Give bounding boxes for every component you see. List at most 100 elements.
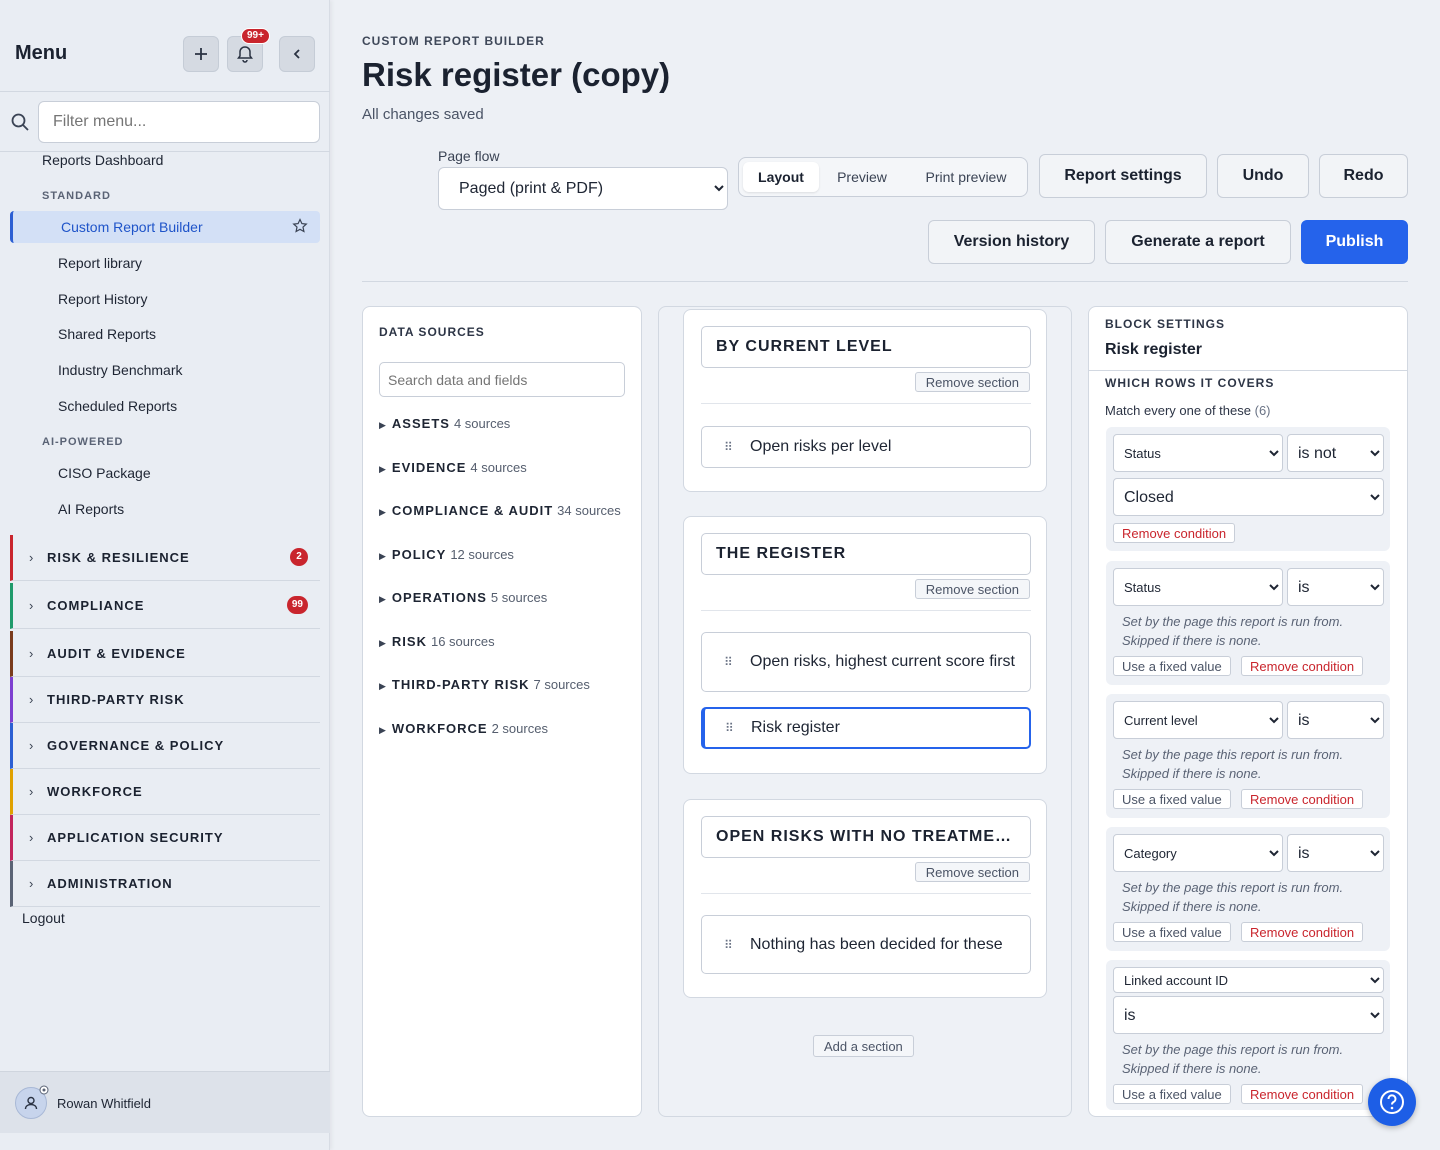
sidebar-item-shared-reports[interactable]: Shared Reports — [58, 326, 156, 342]
group-label-ai-powered: AI-POWERED — [42, 436, 124, 448]
drag-handle-icon[interactable]: ⠿ — [725, 721, 734, 735]
drag-handle-icon[interactable]: ⠿ — [724, 938, 733, 952]
sidebar-category-application-security[interactable]: › APPLICATION SECURITY — [10, 815, 320, 861]
tab-layout[interactable]: Layout — [743, 162, 819, 192]
condition-field-select[interactable]: Category — [1113, 834, 1283, 872]
report-settings-button[interactable]: Report settings — [1039, 154, 1207, 198]
triangle-right-icon: ▶ — [379, 681, 386, 691]
remove-section-button[interactable]: Remove section — [914, 372, 1030, 392]
remove-condition-button[interactable]: Remove condition — [1241, 1084, 1364, 1104]
section-title[interactable]: BY CURRENT LEVEL — [701, 326, 1031, 368]
generate-report-button[interactable]: Generate a report — [1105, 220, 1291, 264]
header-divider — [362, 281, 1408, 282]
condition-operator-select[interactable]: is — [1113, 996, 1384, 1034]
triangle-right-icon: ▶ — [379, 551, 386, 561]
remove-condition-button[interactable]: Remove condition — [1241, 922, 1364, 942]
section-title[interactable]: THE REGISTER — [701, 533, 1031, 575]
logout-link[interactable]: Logout — [22, 910, 65, 926]
sidebar-category-risk-resilience[interactable]: › RISK & RESILIENCE 2 — [10, 535, 320, 581]
save-status: All changes saved — [362, 106, 484, 123]
condition-operator-select[interactable]: is — [1287, 701, 1384, 739]
tab-preview[interactable]: Preview — [823, 162, 901, 192]
page-flow-select[interactable]: Paged (print & PDF) — [438, 167, 728, 210]
data-group-evidence[interactable]: ▶ EVIDENCE 4 sources — [379, 460, 527, 475]
sidebar-item-custom-report-builder[interactable]: Custom Report Builder — [10, 211, 320, 243]
star-icon[interactable] — [292, 218, 308, 234]
report-section[interactable]: BY CURRENT LEVEL Remove section ⠿ Open r… — [683, 309, 1047, 492]
drag-handle-icon[interactable]: ⠿ — [724, 440, 733, 454]
sidebar: Menu 99+ Reports Dashboard STANDARD Cust… — [0, 0, 330, 1150]
drag-handle-icon[interactable]: ⠿ — [724, 655, 733, 669]
collapse-sidebar-button[interactable] — [279, 36, 315, 72]
condition-operator-select[interactable]: is — [1287, 568, 1384, 606]
sidebar-item-report-library[interactable]: Report library — [58, 255, 142, 271]
chevron-right-icon: › — [29, 646, 34, 661]
data-group-count: 4 sources — [453, 416, 511, 431]
data-group-assets[interactable]: ▶ ASSETS 4 sources — [379, 416, 510, 431]
report-block[interactable]: ⠿ Nothing has been decided for these — [701, 915, 1031, 974]
sidebar-category-compliance[interactable]: › COMPLIANCE 99 — [10, 583, 320, 629]
publish-button[interactable]: Publish — [1301, 220, 1408, 264]
remove-section-button[interactable]: Remove section — [914, 862, 1030, 882]
redo-button[interactable]: Redo — [1319, 154, 1408, 198]
filter-menu-input[interactable] — [38, 101, 320, 143]
undo-button[interactable]: Undo — [1217, 154, 1309, 198]
report-block[interactable]: ⠿ Open risks, highest current score firs… — [701, 632, 1031, 692]
use-fixed-value-button[interactable]: Use a fixed value — [1113, 789, 1231, 809]
remove-condition-button[interactable]: Remove condition — [1241, 656, 1364, 676]
sidebar-item-report-history[interactable]: Report History — [58, 291, 147, 307]
sidebar-item-ciso-package[interactable]: CISO Package — [58, 465, 151, 481]
data-group-operations[interactable]: ▶ OPERATIONS 5 sources — [379, 590, 547, 605]
data-group-third-party-risk[interactable]: ▶ THIRD-PARTY RISK 7 sources — [379, 677, 590, 692]
remove-section-button[interactable]: Remove section — [914, 579, 1030, 599]
condition-field-select[interactable]: Linked account ID — [1113, 967, 1384, 993]
condition-operator-select[interactable]: is — [1287, 834, 1384, 872]
add-button[interactable] — [183, 36, 219, 72]
data-group-compliance-audit[interactable]: ▶ COMPLIANCE & AUDIT 34 sources — [379, 503, 621, 518]
block-title: Open risks, highest current score first — [750, 653, 1015, 670]
report-block-selected[interactable]: ⠿ Risk register — [701, 707, 1031, 749]
avatar[interactable] — [15, 1085, 49, 1119]
sidebar-category-workforce[interactable]: › WORKFORCE — [10, 769, 320, 815]
sidebar-header: Menu 99+ — [0, 0, 330, 92]
category-label: WORKFORCE — [47, 784, 143, 799]
data-search-input[interactable] — [379, 362, 625, 397]
use-fixed-value-button[interactable]: Use a fixed value — [1113, 922, 1231, 942]
condition-field-select[interactable]: Status — [1113, 434, 1283, 472]
tab-print-preview[interactable]: Print preview — [909, 162, 1023, 192]
use-fixed-value-button[interactable]: Use a fixed value — [1113, 1084, 1231, 1104]
report-section[interactable]: OPEN RISKS WITH NO TREATMEN... Remove se… — [683, 799, 1047, 998]
data-group-count: 12 sources — [450, 547, 514, 562]
data-group-name: RISK — [391, 634, 427, 649]
condition-operator-select[interactable]: is not — [1287, 434, 1384, 472]
sidebar-item-industry-benchmark[interactable]: Industry Benchmark — [58, 362, 183, 378]
data-group-workforce[interactable]: ▶ WORKFORCE 2 sources — [379, 721, 548, 736]
sidebar-category-third-party-risk[interactable]: › THIRD-PARTY RISK — [10, 677, 320, 723]
sidebar-item-reports-dashboard[interactable]: Reports Dashboard — [42, 152, 163, 168]
add-section-button[interactable]: Add a section — [813, 1035, 914, 1057]
help-button[interactable] — [1368, 1078, 1416, 1126]
sidebar-category-administration[interactable]: › ADMINISTRATION — [10, 861, 320, 907]
block-title: Open risks per level — [750, 438, 892, 455]
version-history-button[interactable]: Version history — [928, 220, 1095, 264]
section-title[interactable]: OPEN RISKS WITH NO TREATMEN... — [701, 816, 1031, 858]
use-fixed-value-button[interactable]: Use a fixed value — [1113, 656, 1231, 676]
condition-field-select[interactable]: Status — [1113, 568, 1283, 606]
remove-condition-button[interactable]: Remove condition — [1241, 789, 1364, 809]
triangle-right-icon: ▶ — [379, 594, 386, 604]
data-group-count: 34 sources — [557, 503, 621, 518]
report-block[interactable]: ⠿ Open risks per level — [701, 426, 1031, 468]
data-group-policy[interactable]: ▶ POLICY 12 sources — [379, 547, 514, 562]
remove-condition-button[interactable]: Remove condition — [1113, 523, 1236, 543]
sidebar-category-audit-evidence[interactable]: › AUDIT & EVIDENCE — [10, 631, 320, 677]
condition-hint: Set by the page this report is run from.… — [1122, 880, 1344, 914]
data-group-risk[interactable]: ▶ RISK 16 sources — [379, 634, 495, 649]
sidebar-item-scheduled-reports[interactable]: Scheduled Reports — [58, 398, 177, 414]
report-section[interactable]: THE REGISTER Remove section ⠿ Open risks… — [683, 516, 1047, 774]
sidebar-item-ai-reports[interactable]: AI Reports — [58, 501, 124, 517]
user-name: Rowan Whitfield — [57, 1096, 151, 1111]
condition-value-select[interactable]: Closed — [1113, 478, 1384, 516]
user-footer[interactable]: Rowan Whitfield — [0, 1071, 330, 1133]
condition-field-select[interactable]: Current level — [1113, 701, 1283, 739]
sidebar-category-governance-policy[interactable]: › GOVERNANCE & POLICY — [10, 723, 320, 769]
